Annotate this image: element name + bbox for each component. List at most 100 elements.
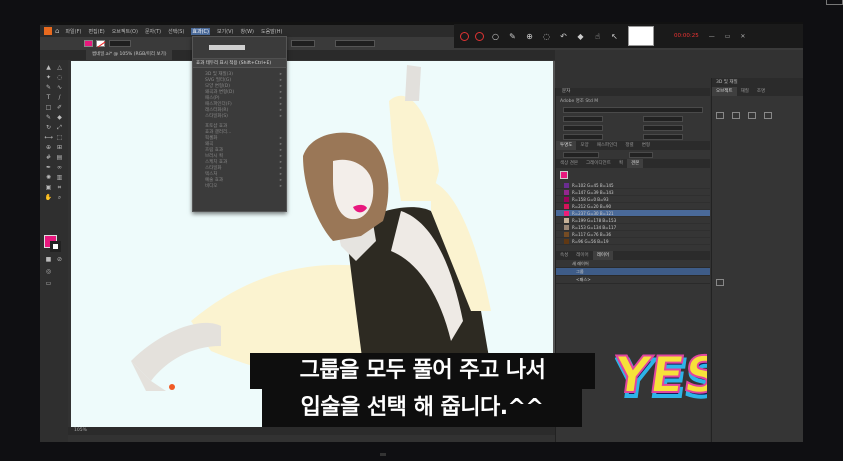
tab-color-guide[interactable]: 색상 견본	[556, 159, 582, 168]
stop-icon[interactable]	[475, 31, 484, 41]
circle-icon[interactable]: ○	[490, 31, 501, 42]
swatch-row[interactable]: R=212 G=20 B=90	[556, 203, 710, 210]
blend-mode-select[interactable]	[563, 151, 599, 158]
lasso-icon[interactable]: ◌	[55, 74, 64, 82]
magic-wand-icon[interactable]: ✦	[44, 74, 53, 82]
eraser-icon[interactable]: ◆	[55, 114, 64, 122]
draw-mode-icon[interactable]: ◎	[44, 268, 53, 276]
rectangle-tool-icon[interactable]: □	[44, 104, 53, 112]
effect-item-stylize[interactable]: 스타일화(S) ▸	[193, 114, 286, 120]
menu-edit[interactable]: 편집(E)	[88, 28, 104, 35]
perspective-icon[interactable]: ⊞	[55, 144, 64, 152]
close-icon[interactable]: ✕	[740, 33, 745, 40]
symbol-sprayer-icon[interactable]: ✺	[44, 174, 53, 182]
tab-gradient[interactable]: 그레이디언트	[582, 159, 615, 168]
menu-effect[interactable]: 효과(C)	[191, 27, 210, 35]
swatch-row[interactable]: R=199 G=178 B=153	[556, 217, 710, 224]
zoom-tool-icon[interactable]: ⌕	[55, 194, 64, 202]
leading-field[interactable]	[643, 115, 683, 122]
revolve-icon[interactable]	[748, 112, 756, 119]
swatch-row[interactable]: R=147 G=39 B=143	[556, 189, 710, 196]
inflate-icon[interactable]	[764, 112, 772, 119]
menu-select[interactable]: 선택(S)	[168, 28, 184, 35]
font-name[interactable]: Adobe 명조 Std M	[560, 98, 598, 104]
rotate-icon[interactable]: ↻	[44, 124, 53, 132]
font-size-field[interactable]	[563, 115, 603, 122]
menu-type[interactable]: 문자(T)	[145, 28, 161, 35]
lasso-tool-icon[interactable]: ◌	[541, 31, 552, 42]
free-transform-icon[interactable]: ⬚	[55, 134, 64, 142]
pen-tool-icon[interactable]: ✎	[44, 84, 53, 92]
tab-align[interactable]: 정렬	[621, 141, 637, 150]
home-icon[interactable]: ⌂	[55, 27, 59, 35]
layer-row-path[interactable]: <패스>	[556, 276, 710, 284]
tab-transform[interactable]: 변형	[638, 141, 654, 150]
finger-icon[interactable]: ☝	[592, 31, 603, 42]
tab-transparency[interactable]: 투명도	[556, 141, 577, 150]
eyedropper-icon[interactable]: ✒	[44, 164, 53, 172]
mesh-icon[interactable]: #	[44, 154, 53, 162]
layer-row-group[interactable]: 그룹	[556, 268, 710, 276]
menu-object[interactable]: 오브젝트(O)	[112, 28, 138, 35]
blend-icon[interactable]: ∞	[55, 164, 64, 172]
scale-icon[interactable]: ⤢	[55, 124, 64, 132]
layer-row-new[interactable]: 새 레이어	[556, 260, 710, 268]
extrude-icon[interactable]	[732, 112, 740, 119]
hscale-field[interactable]	[643, 124, 683, 131]
paintbrush-icon[interactable]: ✐	[55, 104, 64, 112]
tracking-field[interactable]	[643, 133, 683, 140]
pen-icon[interactable]: ✎	[507, 31, 518, 42]
effect-item-video[interactable]: 비디오 ▸	[193, 184, 286, 190]
tab-material[interactable]: 재질	[737, 87, 753, 96]
current-fill-swatch[interactable]	[560, 171, 568, 179]
stroke-swatch[interactable]	[96, 40, 105, 47]
swatch-row[interactable]: R=96 G=56 B=19	[556, 238, 710, 245]
font-style-field[interactable]	[563, 106, 703, 113]
apply-effect-item[interactable]: 효과 테두리 표시 적용 (Shift+Ctrl+E)	[193, 59, 286, 68]
tab-appearance[interactable]: 모양	[576, 141, 592, 150]
plane-icon[interactable]	[716, 112, 724, 119]
direct-selection-tool-icon[interactable]: △	[55, 64, 64, 72]
vscale-field[interactable]	[563, 124, 603, 131]
document-tab[interactable]: 썸네일.ai* @ 105% (RGB/미리 보기)	[86, 50, 173, 60]
record-icon[interactable]	[460, 31, 469, 41]
hand-tool-icon[interactable]: ✋	[44, 194, 53, 202]
graph-icon[interactable]: ▥	[55, 174, 64, 182]
render-icon[interactable]	[716, 279, 724, 286]
eraser-tool-icon[interactable]: ◆	[575, 31, 586, 42]
color-mode-icon[interactable]: ■	[44, 256, 53, 264]
tab-properties[interactable]: 속성	[556, 251, 572, 260]
stroke-color-icon[interactable]	[50, 241, 61, 252]
tab-layers-b[interactable]: 레이어	[592, 251, 614, 260]
stroke-weight-field[interactable]	[109, 40, 131, 47]
width-tool-icon[interactable]: ⟷	[44, 134, 53, 142]
menu-help[interactable]: 도움말(H)	[261, 28, 282, 35]
style-field[interactable]	[335, 40, 375, 47]
menu-view[interactable]: 보기(V)	[217, 28, 234, 35]
tab-pathfinder[interactable]: 패스파인더	[593, 141, 622, 150]
opacity-field[interactable]	[291, 40, 315, 47]
cursor-icon[interactable]: ↖	[609, 31, 620, 42]
undo-icon[interactable]: ↶	[558, 31, 569, 42]
tab-stroke[interactable]: 획	[615, 159, 627, 168]
shape-builder-icon[interactable]: ⊕	[44, 144, 53, 152]
line-tool-icon[interactable]: /	[55, 94, 64, 102]
maximize-icon[interactable]: ▭	[725, 33, 731, 40]
kerning-field[interactable]	[563, 133, 603, 140]
none-mode-icon[interactable]: ⊘	[55, 256, 64, 264]
swatch-row[interactable]: R=102 G=45 B=145	[556, 182, 710, 189]
tab-layers-a[interactable]: 레이어	[572, 251, 592, 260]
tab-object[interactable]: 오브젝트	[712, 87, 737, 96]
slice-icon[interactable]: ⌗	[55, 184, 64, 192]
tab-swatches[interactable]: 견본	[626, 159, 644, 168]
swatch-row[interactable]: R=158 G=0 B=93	[556, 196, 710, 203]
gradient-icon[interactable]: ▤	[55, 154, 64, 162]
swatch-row[interactable]: R=237 G=30 B=121	[556, 210, 710, 217]
artboard-icon[interactable]: ▣	[44, 184, 53, 192]
curvature-icon[interactable]: ∿	[55, 84, 64, 92]
type-tool-icon[interactable]: T	[44, 94, 53, 102]
tab-lighting[interactable]: 조명	[753, 87, 769, 96]
webcam-thumbnail[interactable]	[628, 26, 654, 46]
swatch-row[interactable]: R=153 G=134 B=117	[556, 224, 710, 231]
minimize-icon[interactable]: —	[709, 33, 715, 40]
